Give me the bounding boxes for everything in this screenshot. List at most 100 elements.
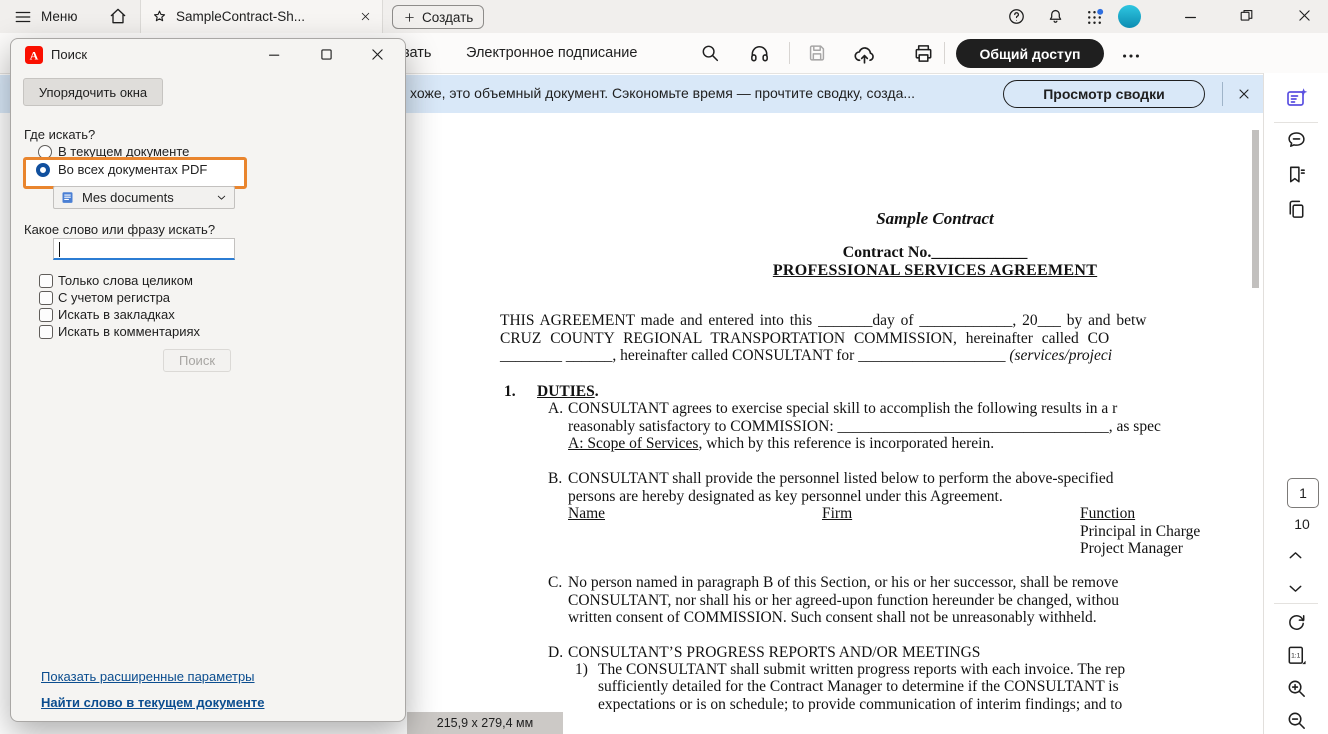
doc-italic-fragment: (services/projeci: [1009, 347, 1112, 364]
doc-line: The CONSULTANT shall submit written prog…: [598, 661, 1125, 679]
cloud-upload-icon: [852, 42, 877, 67]
doc-line: ________ ______, hereinafter called CONS…: [500, 347, 1112, 365]
minimize-icon: [266, 46, 283, 63]
maximize-icon: [318, 46, 335, 63]
view-summary-button[interactable]: Просмотр сводки: [1003, 80, 1205, 108]
zoom-out-button[interactable]: [1285, 709, 1308, 732]
search-query-input[interactable]: [53, 238, 235, 260]
read-aloud-button[interactable]: [748, 42, 771, 65]
zoom-out-icon: [1285, 709, 1308, 732]
dialog-close-button[interactable]: [369, 46, 386, 63]
printer-icon: [912, 42, 935, 65]
minimize-button[interactable]: [1182, 9, 1199, 26]
query-label: Какое слово или фразу искать?: [24, 222, 215, 237]
acrobat-window: Меню SampleContract-Sh... Создать: [0, 0, 1328, 734]
doc-line: CONSULTANT, nor shall his or her agreed-…: [568, 592, 1119, 610]
radio-all-pdf-documents[interactable]: [36, 163, 50, 177]
badge-dot: [1097, 9, 1103, 15]
current-page-input[interactable]: 1: [1287, 478, 1319, 508]
dismiss-notification-button[interactable]: [1236, 86, 1252, 102]
menu-label: Меню: [41, 9, 78, 24]
pages-icon: [1285, 198, 1308, 221]
help-icon: [1007, 7, 1026, 26]
home-icon: [108, 6, 128, 26]
folder-document-icon: [60, 190, 75, 205]
show-advanced-options-link[interactable]: Показать расширенные параметры: [41, 669, 255, 684]
page-scale-button[interactable]: 1:1: [1285, 644, 1308, 667]
zoom-in-button[interactable]: [1285, 677, 1308, 700]
doc-table-cell: Project Manager: [1080, 540, 1183, 558]
tab-close-icon[interactable]: [359, 10, 372, 23]
checkbox-search-comments[interactable]: [39, 325, 53, 339]
star-icon[interactable]: [151, 8, 168, 25]
checkbox-search-bookmarks-label[interactable]: Искать в закладках: [58, 307, 175, 322]
apps-grid-button[interactable]: [1084, 7, 1105, 28]
previous-page-button[interactable]: [1285, 545, 1306, 566]
doc-line: sufficiently detailed for the Contract M…: [598, 678, 1119, 696]
doc-line: persons are hereby designated as key per…: [568, 488, 1003, 506]
radio-all-pdf-documents-label[interactable]: Во всех документах PDF: [58, 162, 207, 177]
doc-table-cell: Principal in Charge: [1080, 523, 1200, 541]
comment-icon: [1285, 128, 1308, 151]
rotate-page-button[interactable]: [1285, 611, 1308, 634]
document-tab[interactable]: SampleContract-Sh...: [140, 0, 383, 33]
toolbar-divider: [789, 42, 790, 64]
search-icon: [699, 42, 721, 64]
checkbox-case-sensitive-label[interactable]: С учетом регистра: [58, 290, 170, 305]
restore-button[interactable]: [1238, 7, 1255, 24]
arrange-windows-button[interactable]: Упорядочить окна: [23, 78, 163, 106]
comments-button[interactable]: [1285, 128, 1308, 151]
chevron-up-icon: [1285, 545, 1306, 566]
doc-table-header: Name: [568, 505, 605, 523]
print-button[interactable]: [912, 42, 935, 65]
toolbar-divider: [944, 42, 945, 64]
find-in-current-document-link[interactable]: Найти слово в текущем документе: [41, 695, 264, 710]
menu-button[interactable]: Меню: [14, 0, 78, 33]
bookmarks-button[interactable]: [1285, 163, 1308, 186]
doc-item-label: B.: [548, 470, 562, 488]
text-caret: [59, 242, 60, 257]
help-button[interactable]: [1007, 7, 1026, 26]
right-tools-panel: 1 10 1:1: [1263, 73, 1328, 734]
where-to-search-label: Где искать?: [24, 127, 95, 142]
share-button[interactable]: Общий доступ: [956, 39, 1104, 68]
checkbox-search-comments-label[interactable]: Искать в комментариях: [58, 324, 200, 339]
more-icon: [1120, 45, 1142, 67]
doc-section-title: DUTIES.: [537, 383, 599, 401]
dialog-maximize-button[interactable]: [318, 46, 335, 63]
tab-title: SampleContract-Sh...: [176, 9, 305, 24]
chevron-down-icon: [215, 191, 228, 204]
notifications-button[interactable]: [1046, 7, 1065, 26]
edit-menu-label-partial[interactable]: вать: [402, 45, 431, 61]
account-avatar[interactable]: [1118, 5, 1141, 28]
doc-line: No person named in paragraph B of this S…: [568, 574, 1118, 592]
next-page-button[interactable]: [1285, 578, 1306, 599]
upload-cloud-button[interactable]: [852, 42, 877, 67]
dialog-minimize-button[interactable]: [266, 46, 283, 63]
create-button[interactable]: Создать: [392, 5, 484, 29]
doc-item-label: A.: [548, 400, 563, 418]
svg-text:1:1: 1:1: [1291, 653, 1301, 660]
panel-divider: [1274, 603, 1318, 604]
doc-section-number: 1.: [504, 383, 516, 401]
checkbox-whole-words[interactable]: [39, 274, 53, 288]
esign-menu-label[interactable]: Электронное подписание: [466, 45, 637, 61]
vertical-scrollbar[interactable]: [1252, 130, 1259, 288]
search-location-dropdown[interactable]: Mes documents: [53, 186, 235, 209]
doc-item-label: D.: [548, 644, 563, 662]
checkbox-case-sensitive[interactable]: [39, 291, 53, 305]
more-tools-button[interactable]: [1120, 45, 1142, 67]
checkbox-whole-words-label[interactable]: Только слова целиком: [58, 273, 193, 288]
search-button[interactable]: [699, 42, 721, 64]
ai-assistant-icon: [1285, 86, 1309, 110]
doc-heading: PROFESSIONAL SERVICES AGREEMENT: [500, 262, 1256, 280]
doc-line: A: Scope of Services, which by this refe…: [568, 435, 994, 453]
checkbox-search-bookmarks[interactable]: [39, 308, 53, 322]
pages-button[interactable]: [1285, 198, 1308, 221]
ai-assistant-button[interactable]: [1285, 86, 1309, 110]
close-icon: [369, 46, 386, 63]
close-window-button[interactable]: [1296, 7, 1313, 24]
close-icon: [1236, 86, 1252, 102]
home-button[interactable]: [108, 6, 128, 26]
titlebar: Меню SampleContract-Sh... Создать: [0, 0, 1328, 33]
